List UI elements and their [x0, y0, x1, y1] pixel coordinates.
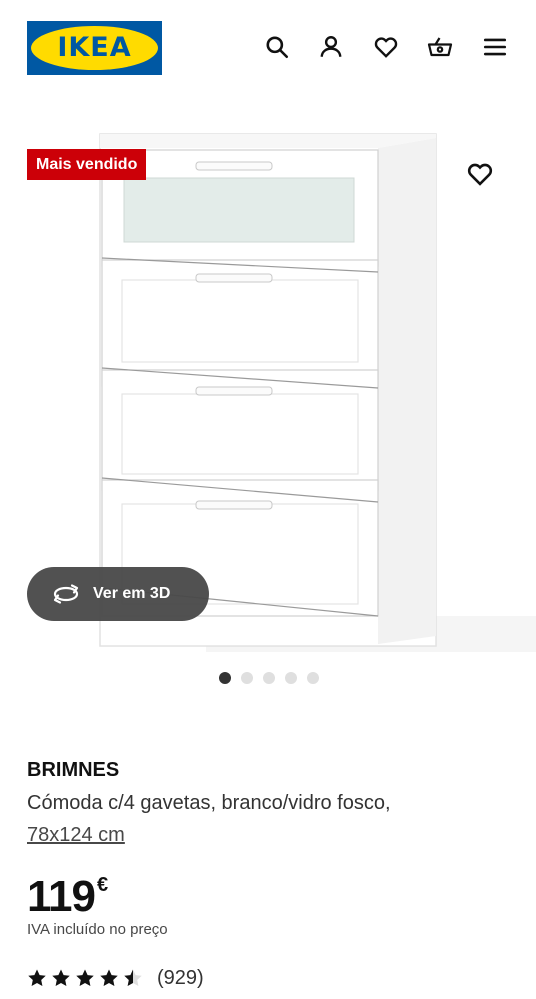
add-to-favorites-heart-icon[interactable]: [466, 160, 496, 190]
product-price: 119 €: [27, 857, 108, 925]
carousel-dot[interactable]: [219, 672, 231, 684]
rotate-3d-icon: [53, 584, 79, 604]
star-icon: [28, 969, 46, 986]
carousel-dot[interactable]: [263, 672, 275, 684]
product-image-area[interactable]: Mais vendido Ver em 3D: [0, 96, 536, 656]
product-size-link[interactable]: 78x124 cm: [27, 819, 517, 851]
heart-icon[interactable]: [371, 32, 401, 62]
view-in-3d-button[interactable]: Ver em 3D: [27, 567, 209, 621]
carousel-dot[interactable]: [241, 672, 253, 684]
menu-icon[interactable]: [480, 32, 510, 62]
star-icon: [76, 969, 94, 986]
product-name[interactable]: BRIMNES: [27, 755, 517, 785]
star-icon: [52, 969, 70, 986]
ikea-logo[interactable]: IKEA: [27, 21, 162, 75]
logo-text: IKEA: [57, 32, 132, 63]
bestseller-badge: Mais vendido: [27, 149, 147, 180]
vat-note: IVA incluído no preço: [27, 921, 168, 938]
star-icon: [100, 969, 118, 986]
account-icon[interactable]: [316, 32, 346, 62]
price-integer: 119: [27, 872, 96, 921]
product-description: Cómoda c/4 gavetas, branco/vidro fosco,: [27, 792, 391, 814]
carousel-dot[interactable]: [307, 672, 319, 684]
search-icon[interactable]: [262, 32, 292, 62]
star-icon: [124, 969, 142, 986]
price-currency: €: [96, 874, 108, 896]
cart-icon[interactable]: [425, 32, 455, 62]
rating-count: (929): [157, 966, 204, 989]
product-rating[interactable]: (929): [27, 963, 204, 993]
view-in-3d-label: Ver em 3D: [93, 585, 171, 602]
product-info: BRIMNES Cómoda c/4 gavetas, branco/vidro…: [27, 755, 517, 851]
rating-stars: [27, 968, 143, 988]
carousel-dot[interactable]: [285, 672, 297, 684]
header: IKEA: [0, 0, 536, 96]
image-carousel-indicator: [0, 672, 536, 686]
